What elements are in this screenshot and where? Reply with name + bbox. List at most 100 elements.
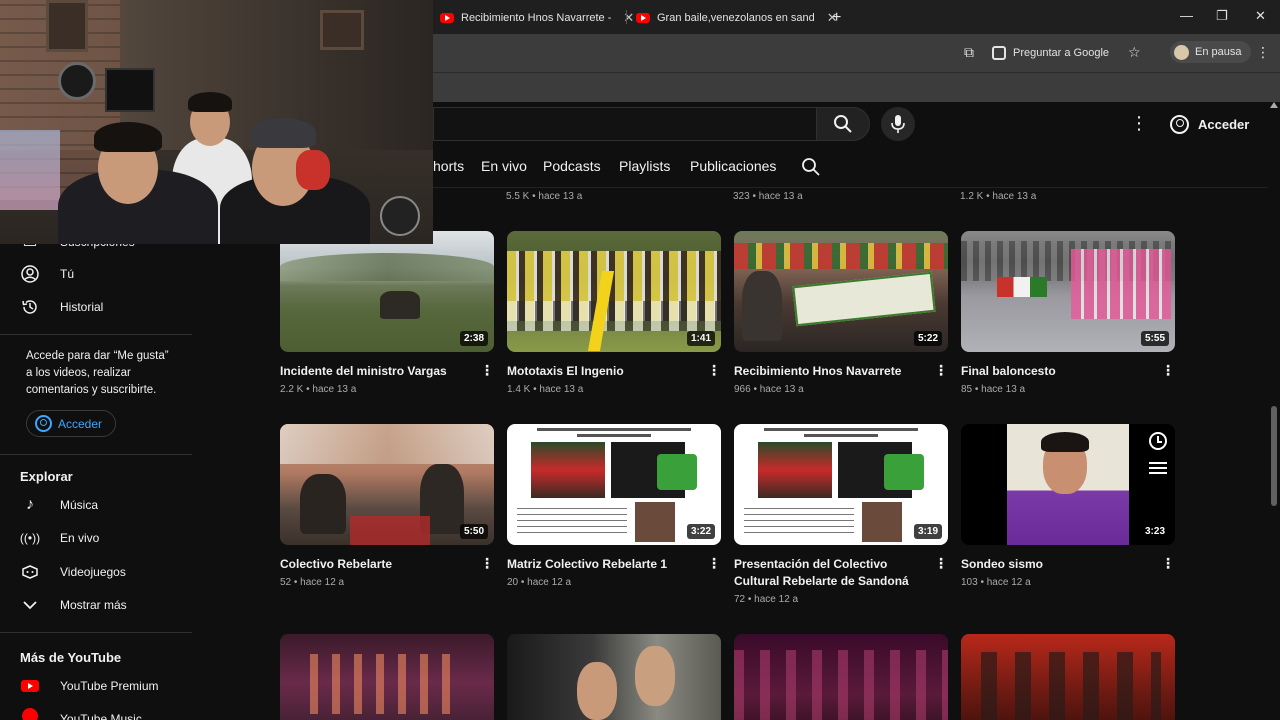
video-card[interactable] bbox=[507, 634, 721, 720]
tab-podcasts[interactable]: Podcasts bbox=[543, 158, 601, 174]
video-title[interactable]: Colectivo Rebelarte bbox=[280, 556, 475, 573]
scroll-up-arrow-icon[interactable] bbox=[1270, 102, 1278, 108]
video-thumbnail[interactable]: 5:22 bbox=[734, 231, 948, 352]
video-thumbnail[interactable] bbox=[507, 634, 721, 720]
video-title[interactable]: Incidente del ministro Vargas bbox=[280, 363, 475, 380]
video-thumbnail[interactable]: 5:55 bbox=[961, 231, 1175, 352]
more-actions-icon[interactable]: ⋮ bbox=[1161, 363, 1175, 377]
tab-posts[interactable]: Publicaciones bbox=[690, 158, 776, 174]
sidebar-show-more[interactable]: Mostrar más bbox=[0, 590, 192, 620]
ask-google-label: Preguntar a Google bbox=[1013, 47, 1110, 59]
ask-google-button[interactable]: Preguntar a Google bbox=[992, 42, 1109, 64]
video-thumbnail[interactable]: 3:19 bbox=[734, 424, 948, 545]
video-thumbnail[interactable]: 3:22 bbox=[507, 424, 721, 545]
user-circle-icon bbox=[35, 415, 52, 432]
bookmark-star-icon[interactable]: ☆ bbox=[1128, 44, 1141, 61]
sidebar-item-gaming[interactable]: Videojuegos bbox=[0, 557, 192, 587]
channel-search-icon[interactable] bbox=[801, 157, 821, 177]
video-meta: 966 • hace 13 a bbox=[734, 384, 804, 395]
search-icon bbox=[834, 115, 852, 133]
more-actions-icon[interactable]: ⋮ bbox=[1161, 556, 1175, 570]
video-thumbnail[interactable]: 1:41 bbox=[507, 231, 721, 352]
menu-kebab-icon[interactable]: ⋮ bbox=[1256, 44, 1270, 61]
more-actions-icon[interactable]: ⋮ bbox=[480, 363, 494, 377]
video-thumbnail[interactable]: 3:23 bbox=[961, 424, 1175, 545]
signin-prompt-text: Accede para dar “Me gusta” a los videos,… bbox=[26, 350, 169, 396]
video-thumbnail[interactable] bbox=[734, 634, 948, 720]
avatar bbox=[1174, 44, 1189, 60]
sidebar-item-music[interactable]: ♪ Música bbox=[0, 490, 192, 520]
live-icon: ((•)) bbox=[19, 531, 41, 545]
person-hair bbox=[94, 122, 162, 152]
search-button[interactable] bbox=[816, 107, 870, 141]
video-meta: 72 • hace 12 a bbox=[734, 594, 799, 605]
restore-icon[interactable]: ❐ bbox=[1216, 8, 1228, 24]
sidebar-item-youtube-music[interactable]: YouTube Music bbox=[0, 704, 192, 720]
settings-dots-icon[interactable]: ⋮ bbox=[1130, 113, 1149, 134]
video-duration: 1:41 bbox=[686, 331, 715, 346]
search-input[interactable] bbox=[433, 107, 818, 141]
close-window-icon[interactable]: ✕ bbox=[1255, 8, 1266, 24]
video-meta: 5.5 K • hace 13 a bbox=[506, 191, 583, 202]
tab-title: Recibimiento Hnos Navarrete - bbox=[461, 12, 612, 24]
sidebar-signin-button[interactable]: Acceder bbox=[26, 410, 116, 437]
page-scrollbar[interactable] bbox=[1268, 102, 1280, 720]
video-thumbnail[interactable]: 2:38 bbox=[280, 231, 494, 352]
emblem-icon bbox=[380, 196, 420, 236]
more-actions-icon[interactable]: ⋮ bbox=[934, 363, 948, 377]
video-card[interactable] bbox=[734, 634, 948, 720]
video-title[interactable]: Mototaxis El Ingenio bbox=[507, 363, 702, 380]
video-title[interactable]: Presentación del Colectivo Cultural Rebe… bbox=[734, 556, 929, 590]
video-title[interactable]: Final baloncesto bbox=[961, 363, 1156, 380]
more-actions-icon[interactable]: ⋮ bbox=[480, 556, 494, 570]
monitor bbox=[105, 68, 155, 112]
plus-icon: + bbox=[832, 9, 842, 26]
video-title[interactable]: Recibimiento Hnos Navarrete bbox=[734, 363, 929, 380]
scrollbar-thumb[interactable] bbox=[1271, 406, 1277, 506]
signin-button[interactable]: Acceder bbox=[1170, 113, 1249, 135]
video-meta: 20 • hace 12 a bbox=[507, 577, 572, 588]
more-actions-icon[interactable]: ⋮ bbox=[707, 556, 721, 570]
video-title[interactable]: Matriz Colectivo Rebelarte 1 bbox=[507, 556, 702, 573]
profile-paused-button[interactable]: En pausa bbox=[1170, 41, 1252, 63]
more-actions-icon[interactable]: ⋮ bbox=[934, 556, 948, 570]
more-youtube-section-title: Más de YouTube bbox=[20, 650, 122, 665]
sidebar-item-history[interactable]: Historial bbox=[0, 292, 192, 322]
browser-tab[interactable]: Gran baile,venezolanos en sand ✕ bbox=[636, 6, 838, 30]
tab-shorts[interactable]: horts bbox=[433, 158, 464, 174]
minimize-icon[interactable]: — bbox=[1180, 8, 1193, 23]
google-lens-icon bbox=[992, 46, 1006, 60]
more-actions-icon[interactable]: ⋮ bbox=[707, 363, 721, 377]
sidebar-signin-label: Acceder bbox=[58, 416, 103, 431]
voice-search-button[interactable] bbox=[881, 107, 915, 141]
sidebar-item-live[interactable]: ((•)) En vivo bbox=[0, 523, 192, 553]
tab-playlists[interactable]: Playlists bbox=[619, 158, 670, 174]
video-duration: 3:23 bbox=[1140, 524, 1169, 539]
explore-section-title: Explorar bbox=[20, 469, 73, 484]
browser-tab[interactable]: Recibimiento Hnos Navarrete - ✕ bbox=[440, 6, 634, 30]
watch-later-icon[interactable] bbox=[1149, 432, 1167, 450]
youtube-favicon-icon bbox=[636, 13, 650, 23]
tab-live[interactable]: En vivo bbox=[481, 158, 527, 174]
video-duration: 2:38 bbox=[459, 331, 488, 346]
video-card[interactable] bbox=[280, 634, 494, 720]
video-duration: 3:22 bbox=[686, 524, 715, 539]
sidebar-item-you[interactable]: Tú bbox=[0, 259, 192, 289]
sidebar-item-label: Videojuegos bbox=[60, 565, 126, 579]
history-icon bbox=[20, 297, 40, 317]
video-title[interactable]: Sondeo sismo bbox=[961, 556, 1156, 573]
user-circle-icon bbox=[1170, 114, 1189, 134]
video-card[interactable] bbox=[961, 634, 1175, 720]
video-thumbnail[interactable] bbox=[280, 634, 494, 720]
youtube-premium-icon bbox=[20, 676, 40, 696]
video-thumbnail[interactable]: 5:50 bbox=[280, 424, 494, 545]
profile-status-label: En pausa bbox=[1195, 46, 1242, 58]
cast-icon[interactable]: ⧉ bbox=[964, 44, 974, 61]
add-to-queue-icon[interactable] bbox=[1149, 460, 1167, 474]
divider bbox=[0, 454, 192, 455]
video-thumbnail[interactable] bbox=[961, 634, 1175, 720]
sidebar-item-label: Tú bbox=[60, 267, 75, 281]
youtube-favicon-icon bbox=[440, 13, 454, 23]
new-tab-button[interactable]: + bbox=[832, 6, 841, 30]
sidebar-item-youtube-premium[interactable]: YouTube Premium bbox=[0, 671, 192, 701]
